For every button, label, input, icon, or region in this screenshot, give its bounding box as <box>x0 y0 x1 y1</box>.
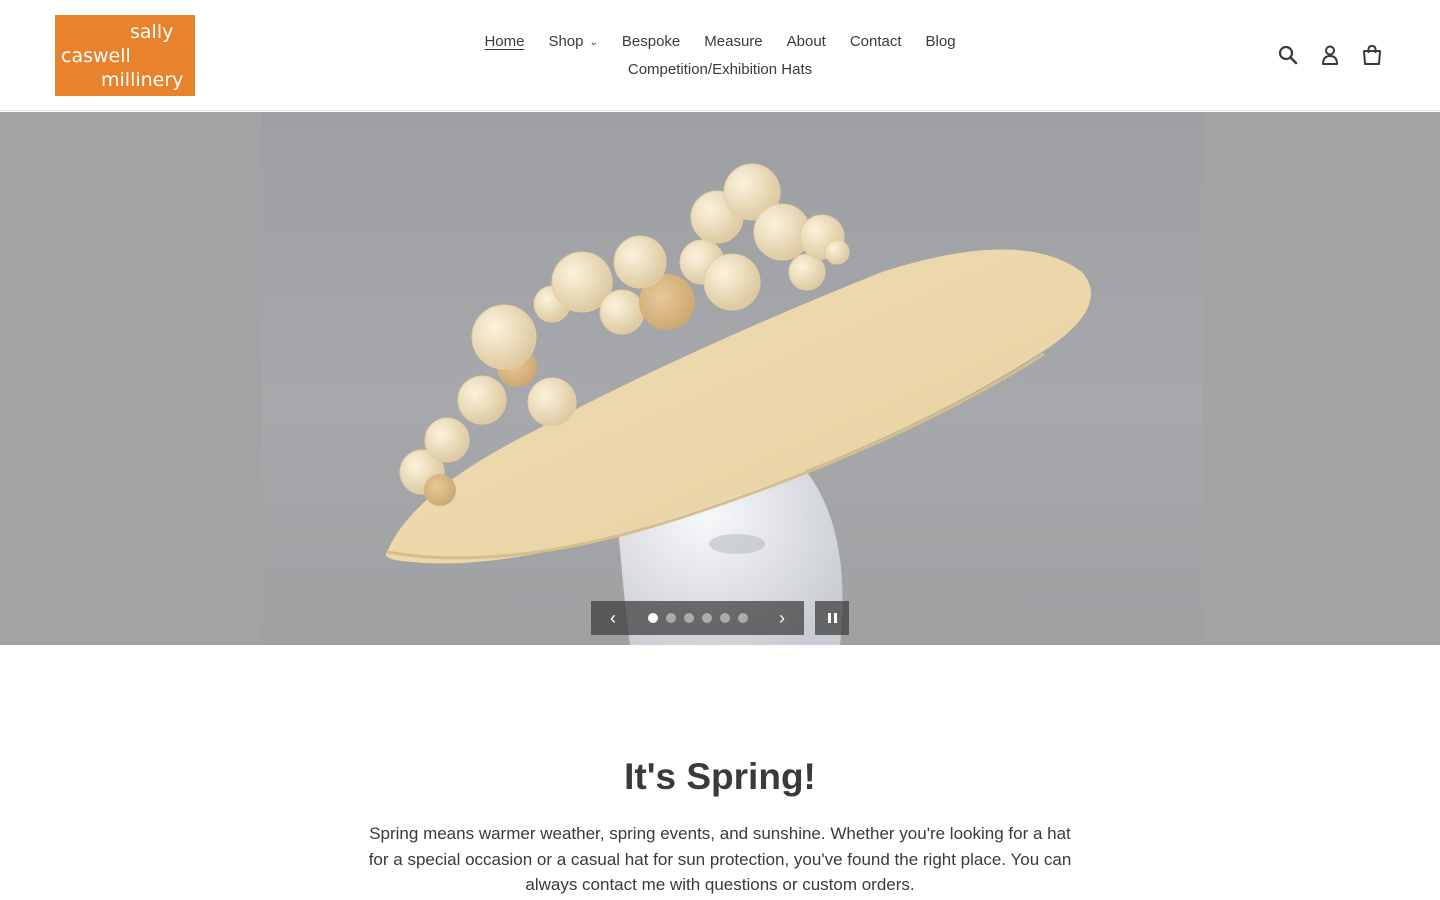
slide-dots <box>635 613 760 623</box>
cart-icon[interactable] <box>1360 42 1384 68</box>
chevron-down-icon: ⌄ <box>589 37 598 48</box>
account-icon[interactable] <box>1318 42 1342 68</box>
nav-item-about[interactable]: About <box>787 28 826 56</box>
site-header: sally caswell millinery Home Shop ⌄ Bespo… <box>0 0 1440 111</box>
nav-item-shop-label: Shop <box>548 33 584 50</box>
logo-line-3: millinery <box>101 69 184 91</box>
search-icon[interactable] <box>1276 42 1300 68</box>
previous-slide-button[interactable]: ‹ <box>591 601 635 635</box>
slide-dot-2[interactable] <box>665 613 676 623</box>
hero-slideshow: ‹ › <box>0 112 1440 645</box>
slide-dot-3[interactable] <box>683 613 694 623</box>
pause-slideshow-button[interactable] <box>815 601 849 635</box>
main-nav: Home Shop ⌄ Bespoke Measure About Contact… <box>400 28 1040 84</box>
slide-dot-1[interactable] <box>647 613 658 623</box>
next-slide-button[interactable]: › <box>760 601 804 635</box>
section-body: Spring means warmer weather, spring even… <box>368 824 1072 894</box>
nav-item-bespoke[interactable]: Bespoke <box>622 28 680 56</box>
section-title: It's Spring! <box>624 756 816 797</box>
slide-dot-4[interactable] <box>701 613 712 623</box>
slideshow-controls: ‹ › <box>591 601 804 635</box>
logo-line-1: sally <box>130 21 174 43</box>
nav-item-shop[interactable]: Shop ⌄ <box>548 28 597 56</box>
nav-item-measure[interactable]: Measure <box>704 28 762 56</box>
nav-item-contact[interactable]: Contact <box>850 28 902 56</box>
chevron-left-icon: ‹ <box>610 607 616 628</box>
slide-dot-6[interactable] <box>737 613 748 623</box>
rich-text-section: It's Spring! Spring means warmer weather… <box>0 645 1440 898</box>
logo-line-2: caswell <box>61 45 131 67</box>
nav-item-blog[interactable]: Blog <box>926 28 956 56</box>
nav-item-home[interactable]: Home <box>484 28 524 56</box>
hat-photo <box>262 112 1203 645</box>
chevron-right-icon: › <box>779 607 785 628</box>
pause-icon <box>827 613 831 623</box>
nav-item-competition-hats[interactable]: Competition/Exhibition Hats <box>628 56 812 84</box>
logo[interactable]: sally caswell millinery <box>55 15 195 96</box>
header-icons <box>1276 42 1384 68</box>
slide-dot-5[interactable] <box>719 613 730 623</box>
